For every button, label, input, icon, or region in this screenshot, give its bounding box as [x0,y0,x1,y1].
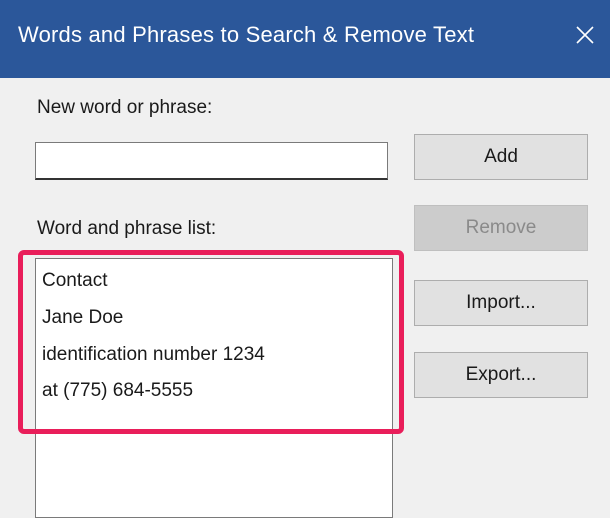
close-button[interactable] [568,18,602,52]
list-item[interactable]: Contact [42,270,107,292]
dialog-title: Words and Phrases to Search & Remove Tex… [18,22,475,47]
remove-button: Remove [414,205,588,251]
new-word-input[interactable] [35,142,388,180]
add-button[interactable]: Add [414,134,588,180]
list-item[interactable]: at (775) 684-5555 [42,380,193,402]
close-icon [576,26,594,44]
list-item[interactable]: Jane Doe [42,307,123,329]
word-list-label: Word and phrase list: [37,218,217,239]
import-button[interactable]: Import... [414,280,588,326]
list-item[interactable]: identification number 1234 [42,344,265,366]
title-bar: Words and Phrases to Search & Remove Tex… [0,0,610,78]
export-button[interactable]: Export... [414,352,588,398]
new-word-label: New word or phrase: [37,97,213,118]
